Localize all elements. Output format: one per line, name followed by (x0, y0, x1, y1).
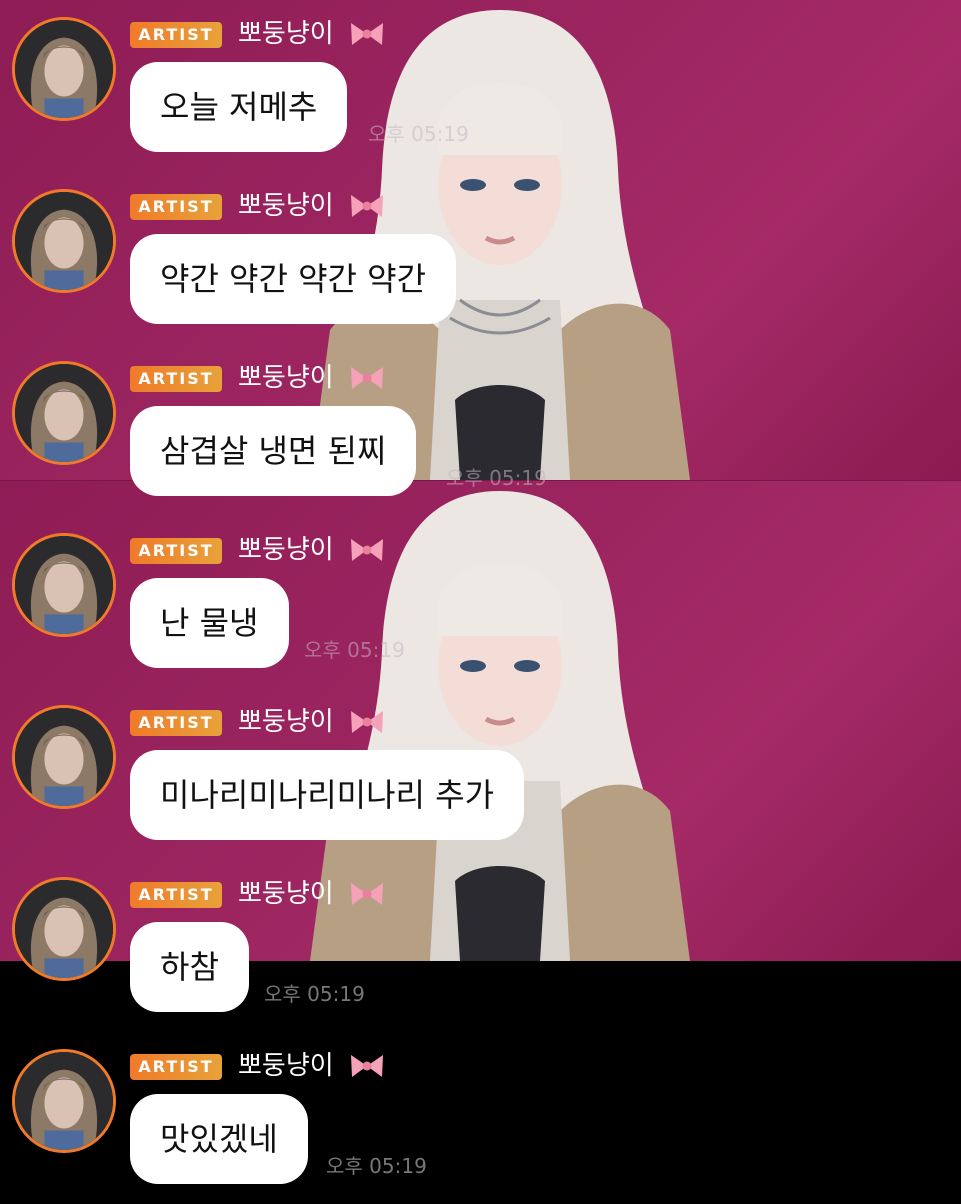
message-bubble[interactable]: 오늘 저메추 (130, 62, 348, 152)
username: 뽀둥냥이 (238, 535, 334, 565)
ribbon-bow-icon (348, 364, 386, 392)
message-bubble[interactable]: 약간 약간 약간 약간 (130, 234, 457, 324)
username: 뽀둥냥이 (238, 707, 334, 737)
avatar[interactable] (12, 17, 116, 121)
artist-badge: ARTIST (130, 882, 222, 908)
ribbon-bow-icon (348, 20, 386, 48)
message-time: 오후 05:19 (264, 982, 365, 1006)
username: 뽀둥냥이 (238, 191, 334, 221)
avatar[interactable] (12, 705, 116, 809)
artist-badge: ARTIST (130, 22, 222, 48)
message-bubble[interactable]: 삼겹살 냉면 된찌 (130, 406, 417, 496)
avatar[interactable] (12, 361, 116, 465)
message-time: 오후 05:19 (446, 466, 547, 490)
avatar[interactable] (12, 1049, 116, 1153)
username: 뽀둥냥이 (238, 363, 334, 393)
artist-badge: ARTIST (130, 194, 222, 220)
avatar[interactable] (12, 877, 116, 981)
username: 뽀둥냥이 (238, 1051, 334, 1081)
message-time: 오후 05:19 (304, 638, 405, 662)
ribbon-bow-icon (348, 536, 386, 564)
message-time: 오후 05:19 (326, 1154, 427, 1178)
avatar[interactable] (12, 189, 116, 293)
ribbon-bow-icon (348, 708, 386, 736)
message-bubble[interactable]: 맛있겠네 (130, 1094, 308, 1184)
username: 뽀둥냥이 (238, 879, 334, 909)
username: 뽀둥냥이 (238, 19, 334, 49)
chat-message: ARTIST 뽀둥냥이 오늘 저메추 오후 05:19 (0, 0, 961, 172)
chat-message: ARTIST 뽀둥냥이 미나리미나리미나리 추가 (0, 688, 961, 860)
message-bubble[interactable]: 미나리미나리미나리 추가 (130, 750, 525, 840)
artist-badge: ARTIST (130, 710, 222, 736)
chat-message: ARTIST 뽀둥냥이 삼겹살 냉면 된찌 오후 05:19 (0, 344, 961, 516)
artist-badge: ARTIST (130, 538, 222, 564)
chat-message: ARTIST 뽀둥냥이 약간 약간 약간 약간 (0, 172, 961, 344)
artist-badge: ARTIST (130, 366, 222, 392)
chat-message: ARTIST 뽀둥냥이 맛있겠네 오후 05:19 (0, 1032, 961, 1204)
chat-message: ARTIST 뽀둥냥이 난 물냉 오후 05:19 (0, 516, 961, 688)
message-bubble[interactable]: 하참 (130, 922, 249, 1012)
ribbon-bow-icon (348, 192, 386, 220)
chat-message: ARTIST 뽀둥냥이 하참 오후 05:19 (0, 860, 961, 1032)
message-bubble[interactable]: 난 물냉 (130, 578, 289, 668)
avatar[interactable] (12, 533, 116, 637)
ribbon-bow-icon (348, 1052, 386, 1080)
artist-badge: ARTIST (130, 1054, 222, 1080)
message-time: 오후 05:19 (368, 122, 469, 146)
ribbon-bow-icon (348, 880, 386, 908)
